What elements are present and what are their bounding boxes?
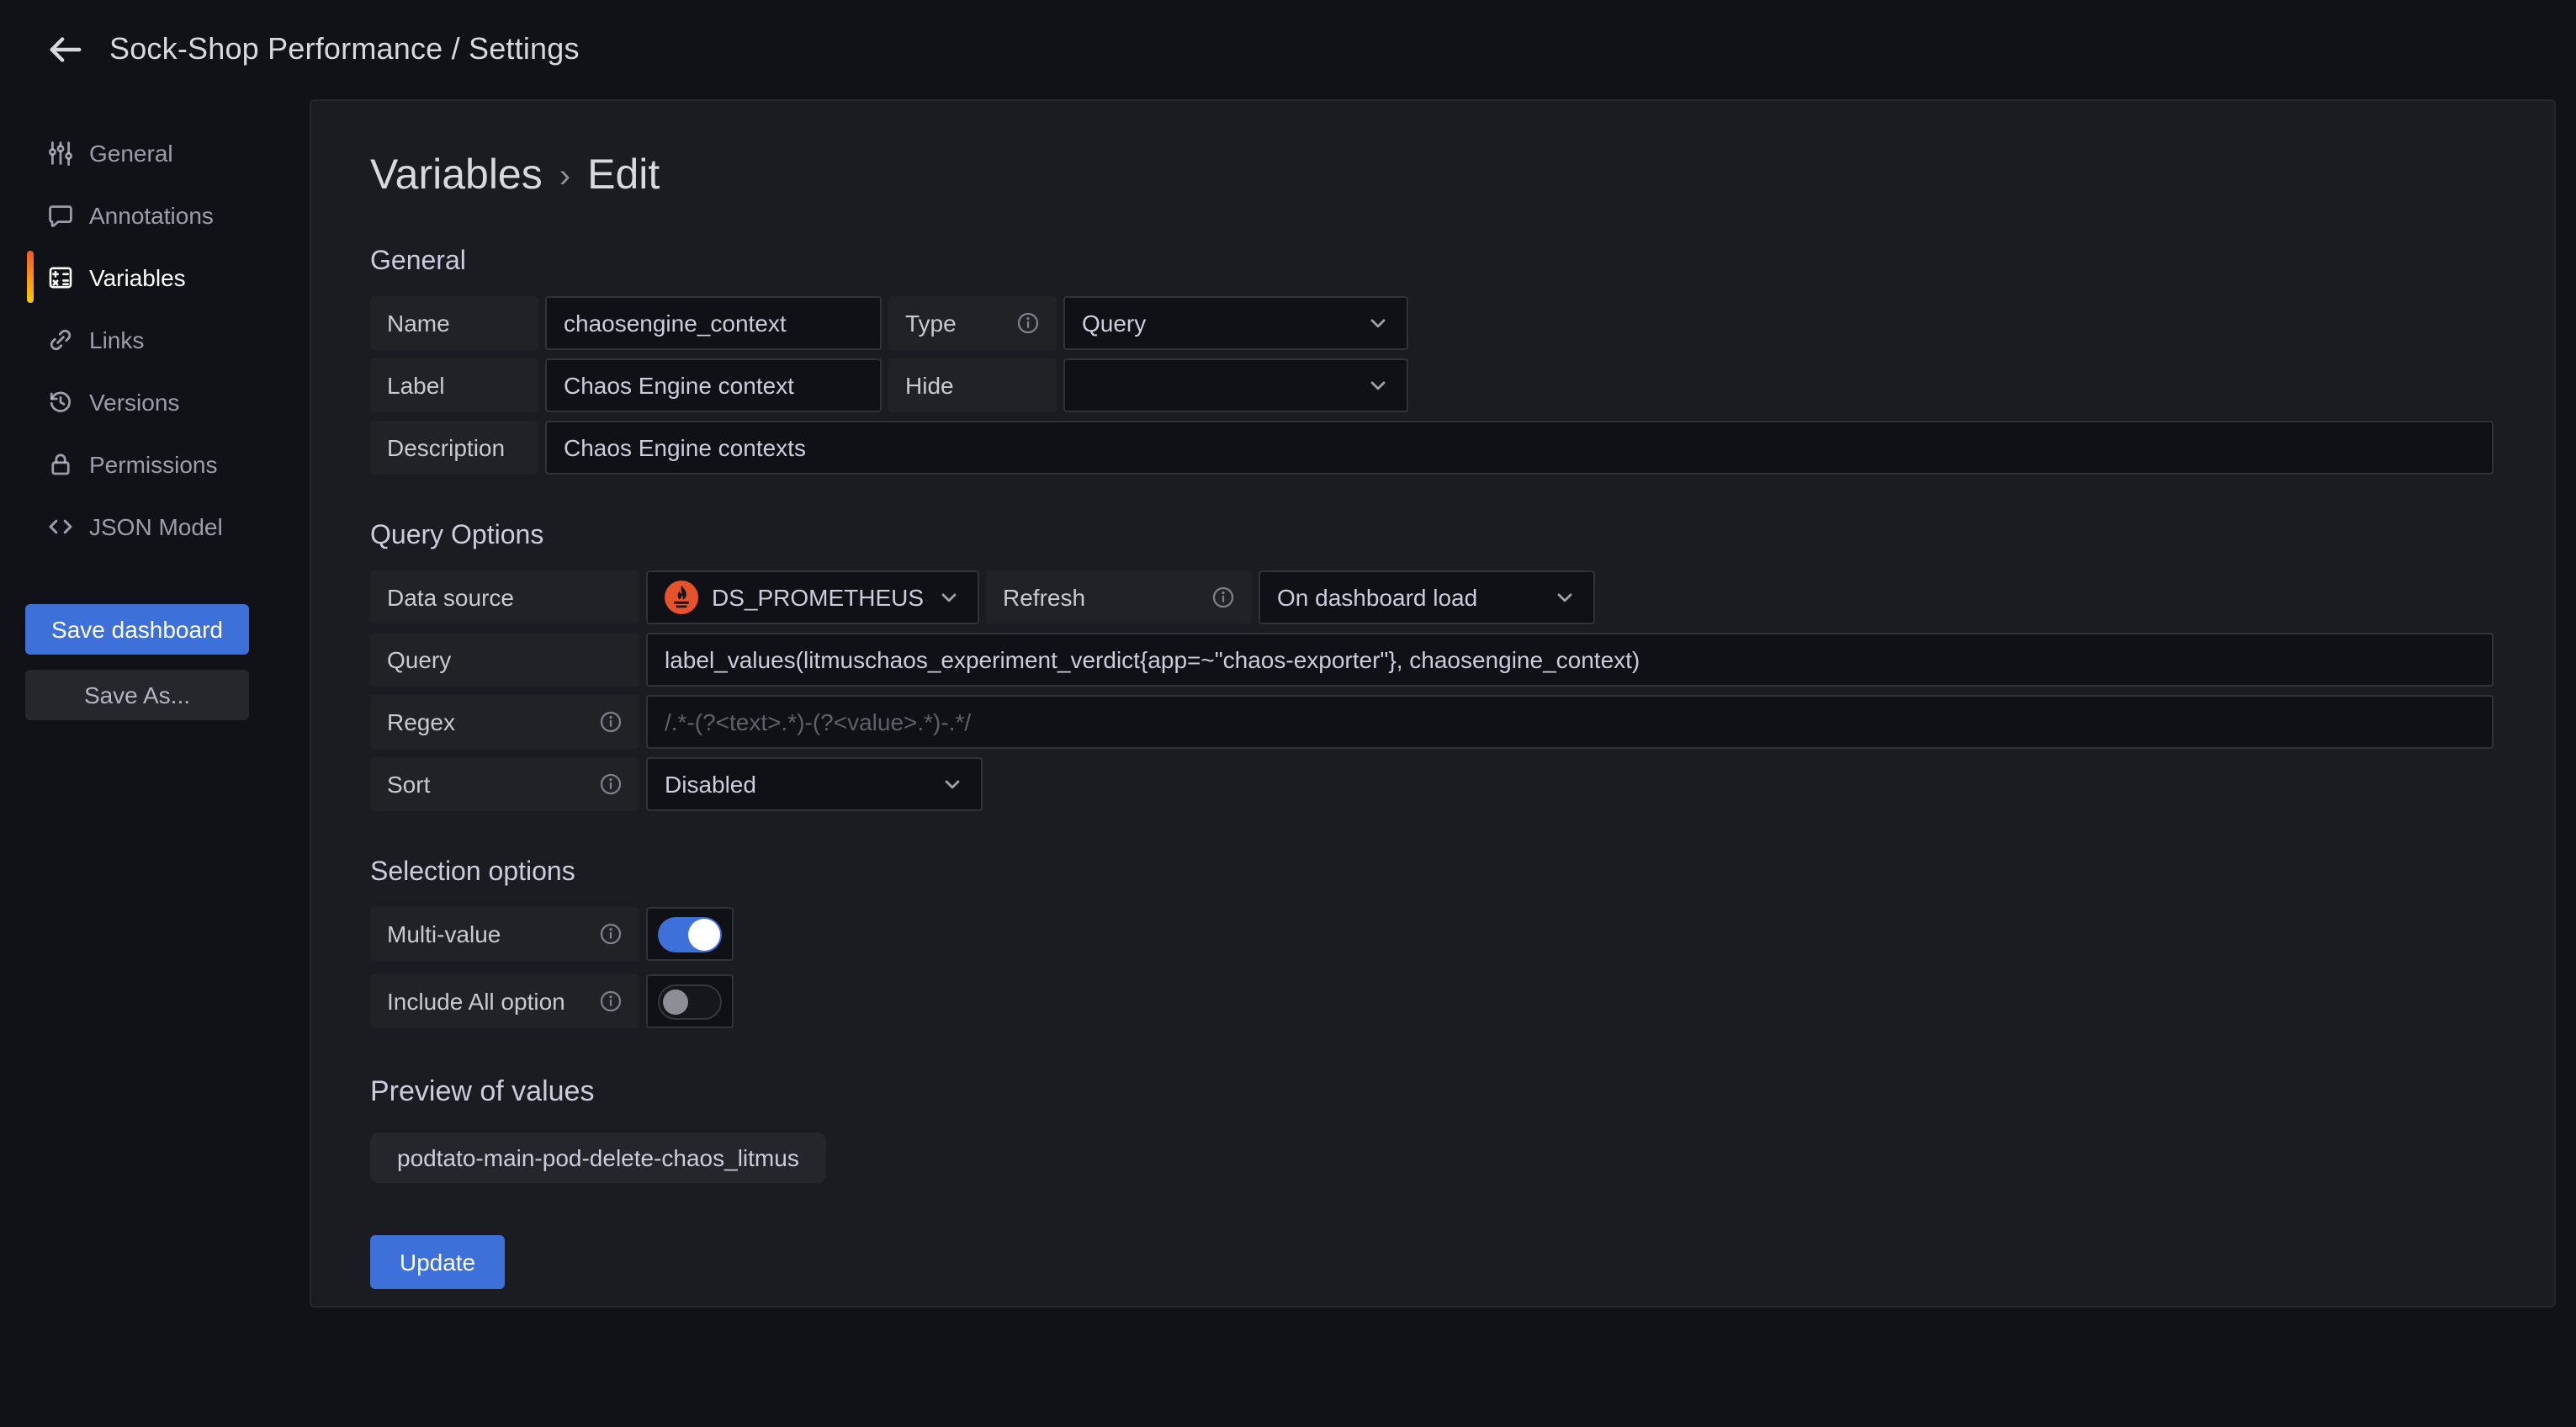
- include-all-row: Include All option: [370, 974, 2494, 1028]
- name-type-row: Name Type Query: [370, 296, 2494, 350]
- info-icon[interactable]: [1016, 311, 1040, 335]
- query-options-section: Query Options Data source DS_PROMETHEUS …: [370, 522, 2494, 811]
- sidebar-item-label: Links: [89, 326, 144, 353]
- chevron-down-icon: [1366, 374, 1390, 397]
- sidebar-item-label: Versions: [89, 388, 179, 415]
- sidebar-item-label: General: [89, 139, 173, 166]
- sidebar-item-permissions[interactable]: Permissions: [0, 432, 310, 495]
- sidebar-item-general[interactable]: General: [0, 121, 310, 183]
- multi-value-label: Multi-value: [370, 907, 639, 961]
- query-label: Query: [370, 633, 639, 687]
- query-input[interactable]: [646, 633, 2494, 687]
- general-heading: General: [370, 247, 2494, 278]
- description-label: Description: [370, 421, 538, 475]
- refresh-select[interactable]: On dashboard load: [1259, 570, 1595, 624]
- save-dashboard-button[interactable]: Save dashboard: [25, 604, 249, 655]
- sort-row: Sort Disabled: [370, 757, 2494, 811]
- sidebar-item-label: Variables: [89, 263, 186, 290]
- sliders-icon: [47, 139, 74, 166]
- save-as-button[interactable]: Save As...: [25, 670, 249, 720]
- breadcrumb-page: Edit: [587, 151, 660, 200]
- grafana-dashboard-settings: Sock-Shop Performance / Settings General…: [0, 0, 2576, 1427]
- hide-select[interactable]: [1063, 358, 1408, 412]
- lock-icon: [47, 450, 74, 477]
- breadcrumb-separator-icon: ›: [559, 155, 570, 197]
- back-button[interactable]: [34, 19, 94, 79]
- toggle-switch: [658, 916, 722, 952]
- comment-icon: [47, 201, 74, 228]
- datasource-select[interactable]: DS_PROMETHEUS: [646, 570, 979, 624]
- page-title: Sock-Shop Performance / Settings: [109, 31, 580, 66]
- query-options-heading: Query Options: [370, 522, 2494, 552]
- preview-section: Preview of values podtato-main-pod-delet…: [370, 1075, 2494, 1183]
- sidebar-item-json-model[interactable]: JSON Model: [0, 495, 310, 557]
- settings-nav: General Annotations Variables: [0, 121, 310, 557]
- selection-options-heading: Selection options: [370, 858, 2494, 889]
- multi-value-row: Multi-value: [370, 907, 2494, 961]
- chevron-down-icon: [937, 586, 961, 609]
- sidebar-item-versions[interactable]: Versions: [0, 370, 310, 432]
- label-hide-row: Label Hide: [370, 358, 2494, 412]
- info-icon[interactable]: [1211, 586, 1235, 609]
- description-row: Description: [370, 421, 2494, 475]
- info-icon[interactable]: [599, 989, 623, 1013]
- type-select[interactable]: Query: [1063, 296, 1408, 350]
- include-all-toggle[interactable]: [646, 974, 734, 1028]
- prometheus-icon: [665, 581, 698, 614]
- sort-label: Sort: [370, 757, 639, 811]
- selection-options-section: Selection options Multi-value Include Al…: [370, 858, 2494, 1028]
- sidebar-item-label: JSON Model: [89, 512, 223, 539]
- label-input[interactable]: [545, 358, 882, 412]
- refresh-label: Refresh: [986, 570, 1252, 624]
- multi-value-toggle[interactable]: [646, 907, 734, 961]
- info-icon[interactable]: [599, 922, 623, 946]
- chevron-down-icon: [1366, 311, 1390, 335]
- include-all-label: Include All option: [370, 974, 639, 1028]
- regex-row: Regex: [370, 695, 2494, 749]
- sidebar-item-label: Annotations: [89, 201, 214, 228]
- regex-input[interactable]: [646, 695, 2494, 749]
- name-label: Name: [370, 296, 538, 350]
- link-icon: [47, 326, 74, 353]
- sidebar-item-annotations[interactable]: Annotations: [0, 183, 310, 246]
- query-row: Query: [370, 633, 2494, 687]
- settings-sidebar: General Annotations Variables: [0, 98, 310, 720]
- update-button[interactable]: Update: [370, 1235, 505, 1289]
- arrow-left-icon: [45, 29, 83, 68]
- type-label: Type: [888, 296, 1057, 350]
- toggle-switch: [658, 984, 722, 1019]
- history-icon: [47, 388, 74, 415]
- preview-heading: Preview of values: [370, 1075, 2494, 1109]
- regex-label: Regex: [370, 695, 639, 749]
- calculator-icon: [47, 263, 74, 290]
- code-icon: [47, 512, 74, 539]
- sidebar-item-label: Permissions: [89, 450, 218, 477]
- sidebar-item-links[interactable]: Links: [0, 308, 310, 370]
- hide-label: Hide: [888, 358, 1057, 412]
- breadcrumb: Variables › Edit: [370, 151, 2494, 200]
- sidebar-item-variables[interactable]: Variables: [0, 246, 310, 308]
- topbar: Sock-Shop Performance / Settings: [0, 0, 2576, 98]
- description-input[interactable]: [545, 421, 2494, 475]
- label-label: Label: [370, 358, 538, 412]
- breadcrumb-section[interactable]: Variables: [370, 151, 543, 200]
- datasource-label: Data source: [370, 570, 639, 624]
- preview-value-chip: podtato-main-pod-delete-chaos_litmus: [370, 1133, 826, 1183]
- chevron-down-icon: [1553, 586, 1577, 609]
- chevron-down-icon: [941, 772, 964, 796]
- preview-values: podtato-main-pod-delete-chaos_litmus: [370, 1133, 2494, 1183]
- sort-select[interactable]: Disabled: [646, 757, 983, 811]
- general-section: General Name Type Query: [370, 247, 2494, 475]
- name-input[interactable]: [545, 296, 882, 350]
- variables-edit-panel: Variables › Edit General Name Type: [310, 99, 2556, 1308]
- info-icon[interactable]: [599, 772, 623, 796]
- datasource-refresh-row: Data source DS_PROMETHEUS Refresh: [370, 570, 2494, 624]
- info-icon[interactable]: [599, 710, 623, 734]
